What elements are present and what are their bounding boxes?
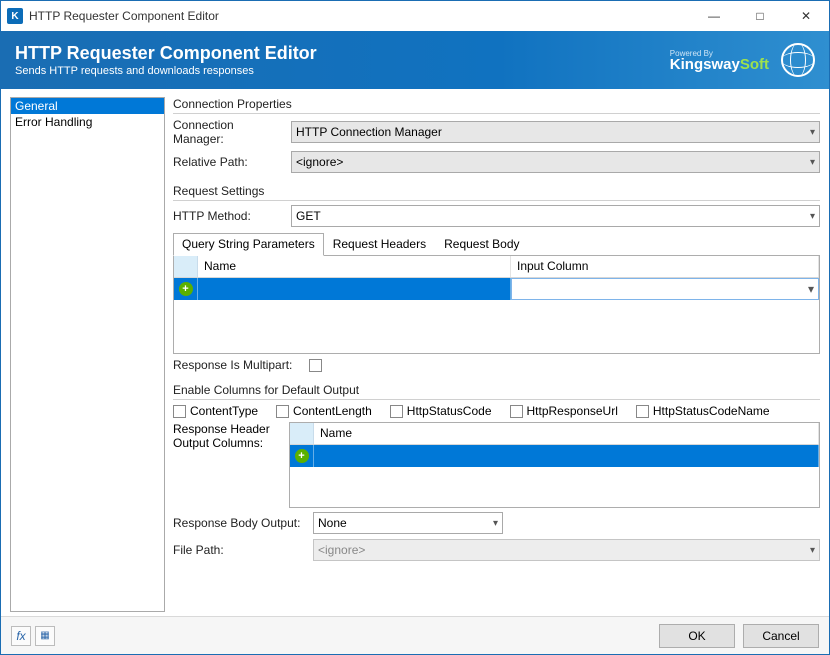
brand-area: Powered By KingswaySoft (670, 43, 815, 77)
section-connection: Connection Properties (173, 97, 820, 111)
response-header-grid: Name + (289, 422, 820, 508)
relative-path-value: <ignore> (296, 155, 343, 169)
resp-grid-header-name: Name (314, 423, 819, 444)
output-checkbox-row: ContentType ContentLength HttpStatusCode… (173, 404, 820, 418)
relative-path-select[interactable]: <ignore> ▾ (291, 151, 820, 173)
titlebar: K HTTP Requester Component Editor — □ ✕ (1, 1, 829, 31)
content-type-checkbox[interactable] (173, 405, 186, 418)
content-type-label: ContentType (190, 404, 258, 418)
response-header-columns-label: Response Header Output Columns: (173, 422, 281, 508)
file-path-label: File Path: (173, 543, 307, 557)
file-path-value: <ignore> (318, 543, 365, 557)
grid-corner (174, 256, 198, 277)
http-status-code-checkbox[interactable] (390, 405, 403, 418)
http-response-url-checkbox[interactable] (510, 405, 523, 418)
section-request: Request Settings (173, 184, 820, 198)
main-panel: Connection Properties Connection Manager… (173, 97, 820, 612)
section-output: Enable Columns for Default Output (173, 383, 820, 397)
file-path-select: <ignore> ▾ (313, 539, 820, 561)
maximize-button[interactable]: □ (737, 1, 783, 31)
minimize-button[interactable]: — (691, 1, 737, 31)
window-title: HTTP Requester Component Editor (29, 9, 691, 23)
http-status-code-label: HttpStatusCode (407, 404, 492, 418)
brand-logo: Powered By KingswaySoft (670, 48, 769, 72)
resp-grid-name-cell[interactable] (314, 445, 819, 467)
grid-name-cell[interactable] (198, 278, 511, 300)
sidebar-item-error-handling[interactable]: Error Handling (11, 114, 164, 130)
app-icon: K (7, 8, 23, 24)
response-body-output-select[interactable]: None ▾ (313, 512, 503, 534)
sidebar: General Error Handling (10, 97, 165, 612)
tab-request-body[interactable]: Request Body (435, 233, 528, 256)
grid-header-name: Name (198, 256, 511, 277)
http-method-label: HTTP Method: (173, 209, 285, 223)
http-status-code-name-label: HttpStatusCodeName (653, 404, 770, 418)
sidebar-item-general[interactable]: General (11, 98, 164, 114)
resp-grid-new-row[interactable]: + (290, 445, 819, 467)
grid-new-row[interactable]: + ▾ (174, 278, 819, 300)
http-response-url-label: HttpResponseUrl (527, 404, 618, 418)
footer: fx ▦ OK Cancel (1, 616, 829, 654)
chevron-down-icon: ▾ (810, 545, 815, 556)
http-status-code-name-checkbox[interactable] (636, 405, 649, 418)
response-multipart-label: Response Is Multipart: (173, 358, 303, 372)
connection-manager-label: Connection Manager: (173, 118, 285, 146)
grid-input-column-cell[interactable]: ▾ (511, 278, 819, 300)
grid-corner (290, 423, 314, 444)
cancel-button[interactable]: Cancel (743, 624, 819, 648)
chevron-down-icon: ▾ (808, 282, 814, 296)
banner-subtitle: Sends HTTP requests and downloads respon… (15, 65, 670, 77)
http-method-select[interactable]: GET ▾ (291, 205, 820, 227)
response-body-output-label: Response Body Output: (173, 516, 307, 530)
add-row-icon[interactable]: + (295, 449, 309, 463)
chevron-down-icon: ▾ (810, 127, 815, 138)
close-button[interactable]: ✕ (783, 1, 829, 31)
request-tabs: Query String Parameters Request Headers … (173, 232, 820, 256)
grid-header-input-column: Input Column (511, 256, 819, 277)
tab-query-string[interactable]: Query String Parameters (173, 233, 324, 256)
connection-manager-select[interactable]: HTTP Connection Manager ▾ (291, 121, 820, 143)
globe-icon[interactable] (781, 43, 815, 77)
response-body-output-value: None (318, 516, 347, 530)
connection-manager-value: HTTP Connection Manager (296, 125, 442, 139)
tab-request-headers[interactable]: Request Headers (324, 233, 435, 256)
http-method-value: GET (296, 209, 321, 223)
chevron-down-icon: ▾ (810, 211, 815, 222)
ok-button[interactable]: OK (659, 624, 735, 648)
content-length-checkbox[interactable] (276, 405, 289, 418)
response-multipart-checkbox[interactable] (309, 359, 322, 372)
header-banner: HTTP Requester Component Editor Sends HT… (1, 31, 829, 89)
content-length-label: ContentLength (293, 404, 372, 418)
add-row-icon[interactable]: + (179, 282, 193, 296)
chevron-down-icon: ▾ (493, 518, 498, 529)
query-params-grid: Name Input Column + ▾ (173, 256, 820, 354)
chevron-down-icon: ▾ (810, 157, 815, 168)
fx-tool-icon[interactable]: fx (11, 626, 31, 646)
grid-tool-icon[interactable]: ▦ (35, 626, 55, 646)
relative-path-label: Relative Path: (173, 155, 285, 169)
banner-title: HTTP Requester Component Editor (15, 43, 670, 64)
